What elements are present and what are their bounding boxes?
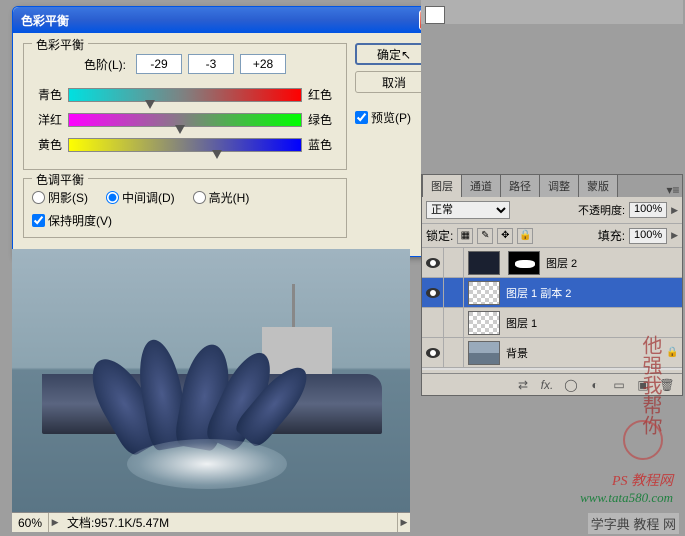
document-canvas[interactable] xyxy=(12,249,410,512)
blend-mode-select[interactable]: 正常 xyxy=(426,201,510,219)
opacity-value[interactable]: 100% xyxy=(629,202,667,218)
level-input-1[interactable] xyxy=(136,54,182,74)
zoom-level[interactable]: 60% xyxy=(12,513,49,532)
color-balance-group: 色彩平衡 色阶(L): 青色 红色 洋红 绿色 xyxy=(23,43,347,170)
layer-thumb[interactable] xyxy=(468,251,500,275)
link-layers-icon[interactable]: ⇄ xyxy=(512,376,534,394)
info-arrow-icon[interactable]: ▶ xyxy=(398,517,410,528)
label-red: 红色 xyxy=(308,86,338,103)
swatch[interactable] xyxy=(425,6,445,24)
slider-thumb[interactable] xyxy=(145,100,155,109)
lock-badge-icon: 🔒 xyxy=(666,347,678,358)
panel-menu-icon[interactable]: ▾≡ xyxy=(664,183,682,197)
group-title-tone: 色调平衡 xyxy=(32,171,88,188)
canvas-image xyxy=(12,249,410,512)
lock-label: 锁定: xyxy=(426,227,453,244)
label-blue: 蓝色 xyxy=(308,136,338,153)
visibility-eye-icon[interactable] xyxy=(426,288,440,298)
layer-options-row: 正常 不透明度: 100% ▶ xyxy=(422,197,682,224)
watermark-url: www.tata580.com xyxy=(580,490,673,506)
tab-paths[interactable]: 路径 xyxy=(500,174,540,197)
lock-row: 锁定: ▦ ✎ ✥ 🔒 填充: 100% ▶ xyxy=(422,224,682,248)
panels-area: 图层 通道 路径 调整 蒙版 ▾≡ 正常 不透明度: 100% ▶ 锁定: ▦ … xyxy=(421,0,683,536)
label-cyan: 青色 xyxy=(32,86,62,103)
radio-highlights[interactable]: 高光(H) xyxy=(193,189,250,206)
layer-thumb[interactable] xyxy=(468,311,500,335)
tone-balance-group: 色调平衡 阴影(S) 中间调(D) 高光(H) 保持明度(V) xyxy=(23,178,347,238)
slider-yellow-blue[interactable] xyxy=(68,138,302,152)
adjustment-layer-icon[interactable]: ◐ xyxy=(584,376,606,394)
zoom-arrow-icon[interactable]: ▶ xyxy=(49,517,61,528)
visibility-eye-icon[interactable] xyxy=(426,348,440,358)
watermark-ps: PS 教程网 xyxy=(612,470,673,490)
mask-thumb[interactable] xyxy=(508,251,540,275)
visibility-eye-icon[interactable] xyxy=(426,258,440,268)
layer-name[interactable]: 图层 2 xyxy=(544,255,682,271)
label-green: 绿色 xyxy=(308,111,338,128)
group-icon[interactable]: ▭ xyxy=(608,376,630,394)
dialog-titlebar[interactable]: 色彩平衡 ✕ xyxy=(13,7,443,33)
panel-tabs: 图层 通道 路径 调整 蒙版 ▾≡ xyxy=(422,175,682,197)
label-yellow: 黄色 xyxy=(32,136,62,153)
lock-transparency-icon[interactable]: ▦ xyxy=(457,228,473,244)
levels-label: 色阶(L): xyxy=(84,56,126,73)
lock-position-icon[interactable]: ✥ xyxy=(497,228,513,244)
watermark-seal xyxy=(623,420,663,460)
tab-channels[interactable]: 通道 xyxy=(461,174,501,197)
status-bar: 60% ▶ 文档:957.1K/5.47M ▶ xyxy=(12,512,410,532)
doc-size: 文档:957.1K/5.47M xyxy=(61,513,398,532)
layer-name[interactable]: 图层 1 副本 2 xyxy=(504,285,682,301)
slider-cyan-red[interactable] xyxy=(68,88,302,102)
options-bar xyxy=(421,0,683,24)
tab-masks[interactable]: 蒙版 xyxy=(578,174,618,197)
color-balance-dialog: 色彩平衡 ✕ 色彩平衡 色阶(L): 青色 红色 洋红 xyxy=(12,6,444,257)
lock-pixels-icon[interactable]: ✎ xyxy=(477,228,493,244)
tab-adjustments[interactable]: 调整 xyxy=(539,174,579,197)
layer-row[interactable]: 图层 1 xyxy=(422,308,682,338)
slider-thumb[interactable] xyxy=(212,150,222,159)
level-input-3[interactable] xyxy=(240,54,286,74)
opacity-label: 不透明度: xyxy=(578,202,625,218)
fill-arrow-icon[interactable]: ▶ xyxy=(671,230,678,241)
opacity-arrow-icon[interactable]: ▶ xyxy=(671,205,678,216)
cursor-icon: ↖ xyxy=(401,48,411,62)
watermark-bottom: 学字典 教程 网 xyxy=(588,513,679,534)
layer-name[interactable]: 图层 1 xyxy=(504,315,682,331)
tab-layers[interactable]: 图层 xyxy=(422,174,462,197)
slider-thumb[interactable] xyxy=(175,125,185,134)
radio-midtones[interactable]: 中间调(D) xyxy=(106,189,175,206)
lock-all-icon[interactable]: 🔒 xyxy=(517,228,533,244)
layer-thumb[interactable] xyxy=(468,281,500,305)
layer-row[interactable]: 图层 1 副本 2 xyxy=(422,278,682,308)
label-magenta: 洋红 xyxy=(32,111,62,128)
group-title-balance: 色彩平衡 xyxy=(32,36,88,53)
slider-magenta-green[interactable] xyxy=(68,113,302,127)
layer-thumb[interactable] xyxy=(468,341,500,365)
layer-row[interactable]: 图层 2 xyxy=(422,248,682,278)
fx-icon[interactable]: fx. xyxy=(536,376,558,394)
fill-value[interactable]: 100% xyxy=(629,228,667,244)
dialog-title: 色彩平衡 xyxy=(21,12,419,29)
fill-label: 填充: xyxy=(598,227,625,244)
checkbox-preserve-luminosity[interactable]: 保持明度(V) xyxy=(32,212,338,229)
mask-icon[interactable]: ◯ xyxy=(560,376,582,394)
radio-shadows[interactable]: 阴影(S) xyxy=(32,189,88,206)
level-input-2[interactable] xyxy=(188,54,234,74)
